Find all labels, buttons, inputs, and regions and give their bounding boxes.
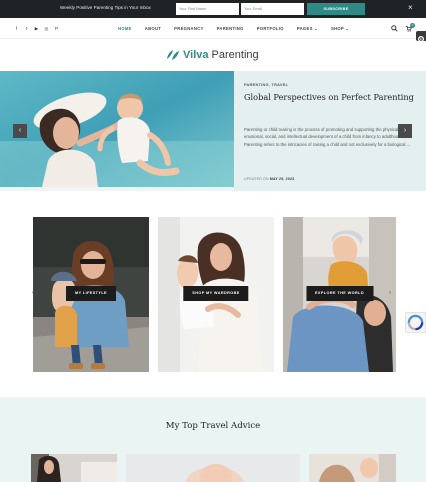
instagram-icon[interactable]: ◎ <box>44 26 49 32</box>
page: Weekly Positive Parenting Tips in Your I… <box>0 0 426 482</box>
leaf-logo-icon <box>167 50 179 60</box>
site-logo[interactable]: Vilva Parenting <box>166 49 259 61</box>
recaptcha-badge[interactable] <box>405 312 426 333</box>
travel-post-thumb[interactable] <box>31 454 117 482</box>
promo-card-wardrobe[interactable]: SHOP MY WARDROBE <box>158 217 274 372</box>
social-links: f t ▶ ◎ P <box>14 26 59 32</box>
logo-brand: Vilva <box>183 49 209 61</box>
promo-lifestyle-button[interactable]: MY LIFESTYLE <box>66 286 116 301</box>
youtube-icon[interactable]: ▶ <box>34 26 39 32</box>
logo-rest: Parenting <box>208 49 259 61</box>
promo-card-explore[interactable]: EXPLORE THE WORLD <box>283 217 396 372</box>
pinterest-icon[interactable]: P <box>54 26 59 32</box>
hero-image[interactable] <box>0 71 234 187</box>
settings-gear-button[interactable] <box>416 31 426 43</box>
nav-home[interactable]: HOME <box>118 26 132 31</box>
travel-post-thumb[interactable] <box>126 454 300 482</box>
newsletter-tagline: Weekly Positive Parenting Tips in Your I… <box>60 5 151 10</box>
post-title[interactable]: Global Perspectives on Perfect Parenting <box>244 91 414 104</box>
newsletter-bar: Weekly Positive Parenting Tips in Your I… <box>0 0 426 18</box>
twitter-icon[interactable]: t <box>24 26 29 32</box>
promo-explore-button[interactable]: EXPLORE THE WORLD <box>306 286 373 301</box>
gear-icon <box>417 35 425 43</box>
recaptcha-icon <box>407 314 424 331</box>
promo-card-lifestyle[interactable]: MY LIFESTYLE <box>33 217 149 372</box>
close-icon[interactable]: × <box>408 3 413 13</box>
travel-post-thumb[interactable] <box>309 454 396 482</box>
search-icon[interactable] <box>391 25 398 32</box>
main-nav: f t ▶ ◎ P HOME ABOUT PREGNANCY PARENTING… <box>0 18 426 39</box>
subscribe-button[interactable]: SUBSCRIBE <box>307 3 365 15</box>
slider-prev-button[interactable]: ‹ <box>13 124 27 138</box>
nav-pages[interactable]: PAGES ⌄ <box>297 26 318 31</box>
nav-about[interactable]: ABOUT <box>145 26 161 31</box>
hero-slider: ‹ PARENTING, TRAVEL Global Perspectives … <box>0 71 426 191</box>
carousel-prev-icon[interactable]: ‹ <box>32 290 34 296</box>
first-name-input[interactable]: Your First Name <box>176 3 239 15</box>
updated-label: UPDATED ON <box>244 177 269 181</box>
nav-shop[interactable]: SHOP ⌄ <box>331 26 349 31</box>
travel-heading: My Top Travel Advice <box>165 421 261 431</box>
updated-date: MAY 29, 2023 <box>269 177 295 181</box>
nav-pregnancy[interactable]: PREGNANCY <box>174 26 203 31</box>
facebook-icon[interactable]: f <box>14 26 19 32</box>
travel-section: My Top Travel Advice <box>0 397 426 482</box>
email-input[interactable]: Your Email <box>241 3 304 15</box>
post-excerpt: Parenting or child rearing is the proces… <box>244 127 411 147</box>
nav-portfolio[interactable]: PORTFOLIO <box>257 26 284 31</box>
carousel-next-icon[interactable]: › <box>389 290 391 296</box>
post-categories[interactable]: PARENTING, TRAVEL <box>244 83 288 87</box>
nav-parenting[interactable]: PARENTING <box>217 26 244 31</box>
cart-count-badge: 0 <box>410 23 415 28</box>
promo-wardrobe-button[interactable]: SHOP MY WARDROBE <box>183 286 249 301</box>
menu: HOME ABOUT PREGNANCY PARENTING PORTFOLIO… <box>118 26 362 31</box>
post-updated: UPDATED ON MAY 29, 2023 <box>244 177 294 181</box>
slider-next-button[interactable]: › <box>398 124 412 138</box>
